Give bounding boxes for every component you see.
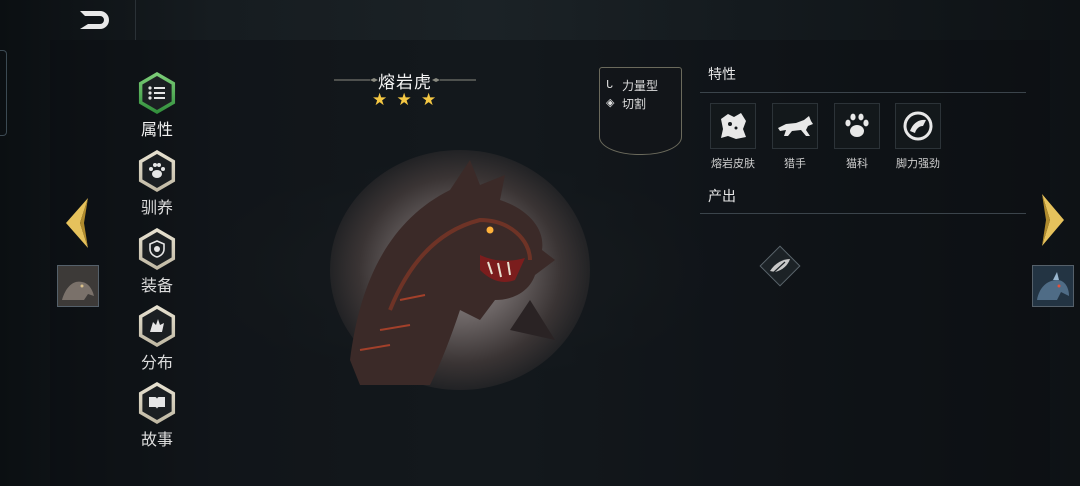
nav-label-story: 故事	[140, 430, 173, 449]
nav-item-distribution[interactable]: 分布	[130, 305, 184, 373]
trait-feline[interactable]: 猫科	[825, 103, 889, 171]
creature-thumbnail-image	[58, 266, 98, 306]
star-icon: ★	[421, 90, 437, 110]
nav-item-attributes[interactable]: 属性	[130, 72, 184, 140]
book-icon	[149, 397, 165, 409]
lava-tiger-image	[350, 160, 555, 385]
creature-thumbnail-image	[1033, 266, 1073, 306]
top-divider	[135, 0, 136, 40]
paw-icon	[149, 163, 165, 178]
trait-label: 猫科	[846, 157, 868, 170]
previous-creature-thumbnail[interactable]	[57, 265, 99, 307]
next-creature-thumbnail[interactable]	[1032, 265, 1074, 307]
combat-type-badge: ᒐ 力量型 ◈ 切割	[599, 67, 682, 155]
type-label-strength: 力量型	[622, 78, 659, 93]
strong-leg-icon	[903, 111, 933, 141]
list-icon	[148, 86, 165, 100]
output-item-feather[interactable]	[755, 241, 805, 291]
trait-label: 猎手	[784, 157, 806, 170]
cutting-icon: ◈	[606, 96, 615, 109]
type-row-strength: ᒐ 力量型	[606, 76, 681, 94]
lava-skin-icon	[721, 113, 746, 139]
next-arrow-icon[interactable]	[1036, 192, 1070, 248]
previous-arrow-icon[interactable]	[60, 196, 94, 250]
star-icon: ★	[372, 90, 388, 110]
strength-icon: ᒐ	[606, 78, 613, 91]
output-divider	[700, 213, 1026, 214]
type-label-cutting: 切割	[622, 96, 647, 111]
nav-label-distribution: 分布	[140, 353, 173, 372]
output-title: 产出	[708, 189, 736, 205]
nav-label-attributes: 属性	[140, 120, 173, 139]
traits-divider	[700, 92, 1026, 93]
nav-item-story[interactable]: 故事	[130, 382, 184, 450]
back-icon[interactable]	[76, 8, 112, 32]
cat-paw-icon	[845, 113, 869, 137]
creature-icon	[150, 319, 164, 332]
side-edge-tab[interactable]	[0, 50, 7, 136]
creature-portrait	[330, 150, 590, 390]
type-row-cutting: ◈ 切割	[606, 94, 681, 112]
nav-item-equipment[interactable]: 装备	[130, 228, 184, 296]
trait-label: 脚力强劲	[896, 157, 940, 170]
trait-strong-legs[interactable]: 脚力强劲	[886, 103, 950, 171]
trait-lava-skin[interactable]: 熔岩皮肤	[701, 103, 765, 171]
star-rating: ★ ★ ★	[372, 92, 438, 109]
trait-label: 熔岩皮肤	[711, 157, 755, 170]
wolf-icon	[778, 116, 813, 136]
star-icon: ★	[396, 90, 412, 110]
traits-title: 特性	[708, 67, 736, 83]
trait-hunter[interactable]: 猎手	[763, 103, 827, 171]
nav-label-equipment: 装备	[140, 276, 173, 295]
nav-item-taming[interactable]: 驯养	[130, 150, 184, 218]
nav-label-taming: 驯养	[140, 198, 173, 217]
shield-icon	[149, 240, 165, 258]
